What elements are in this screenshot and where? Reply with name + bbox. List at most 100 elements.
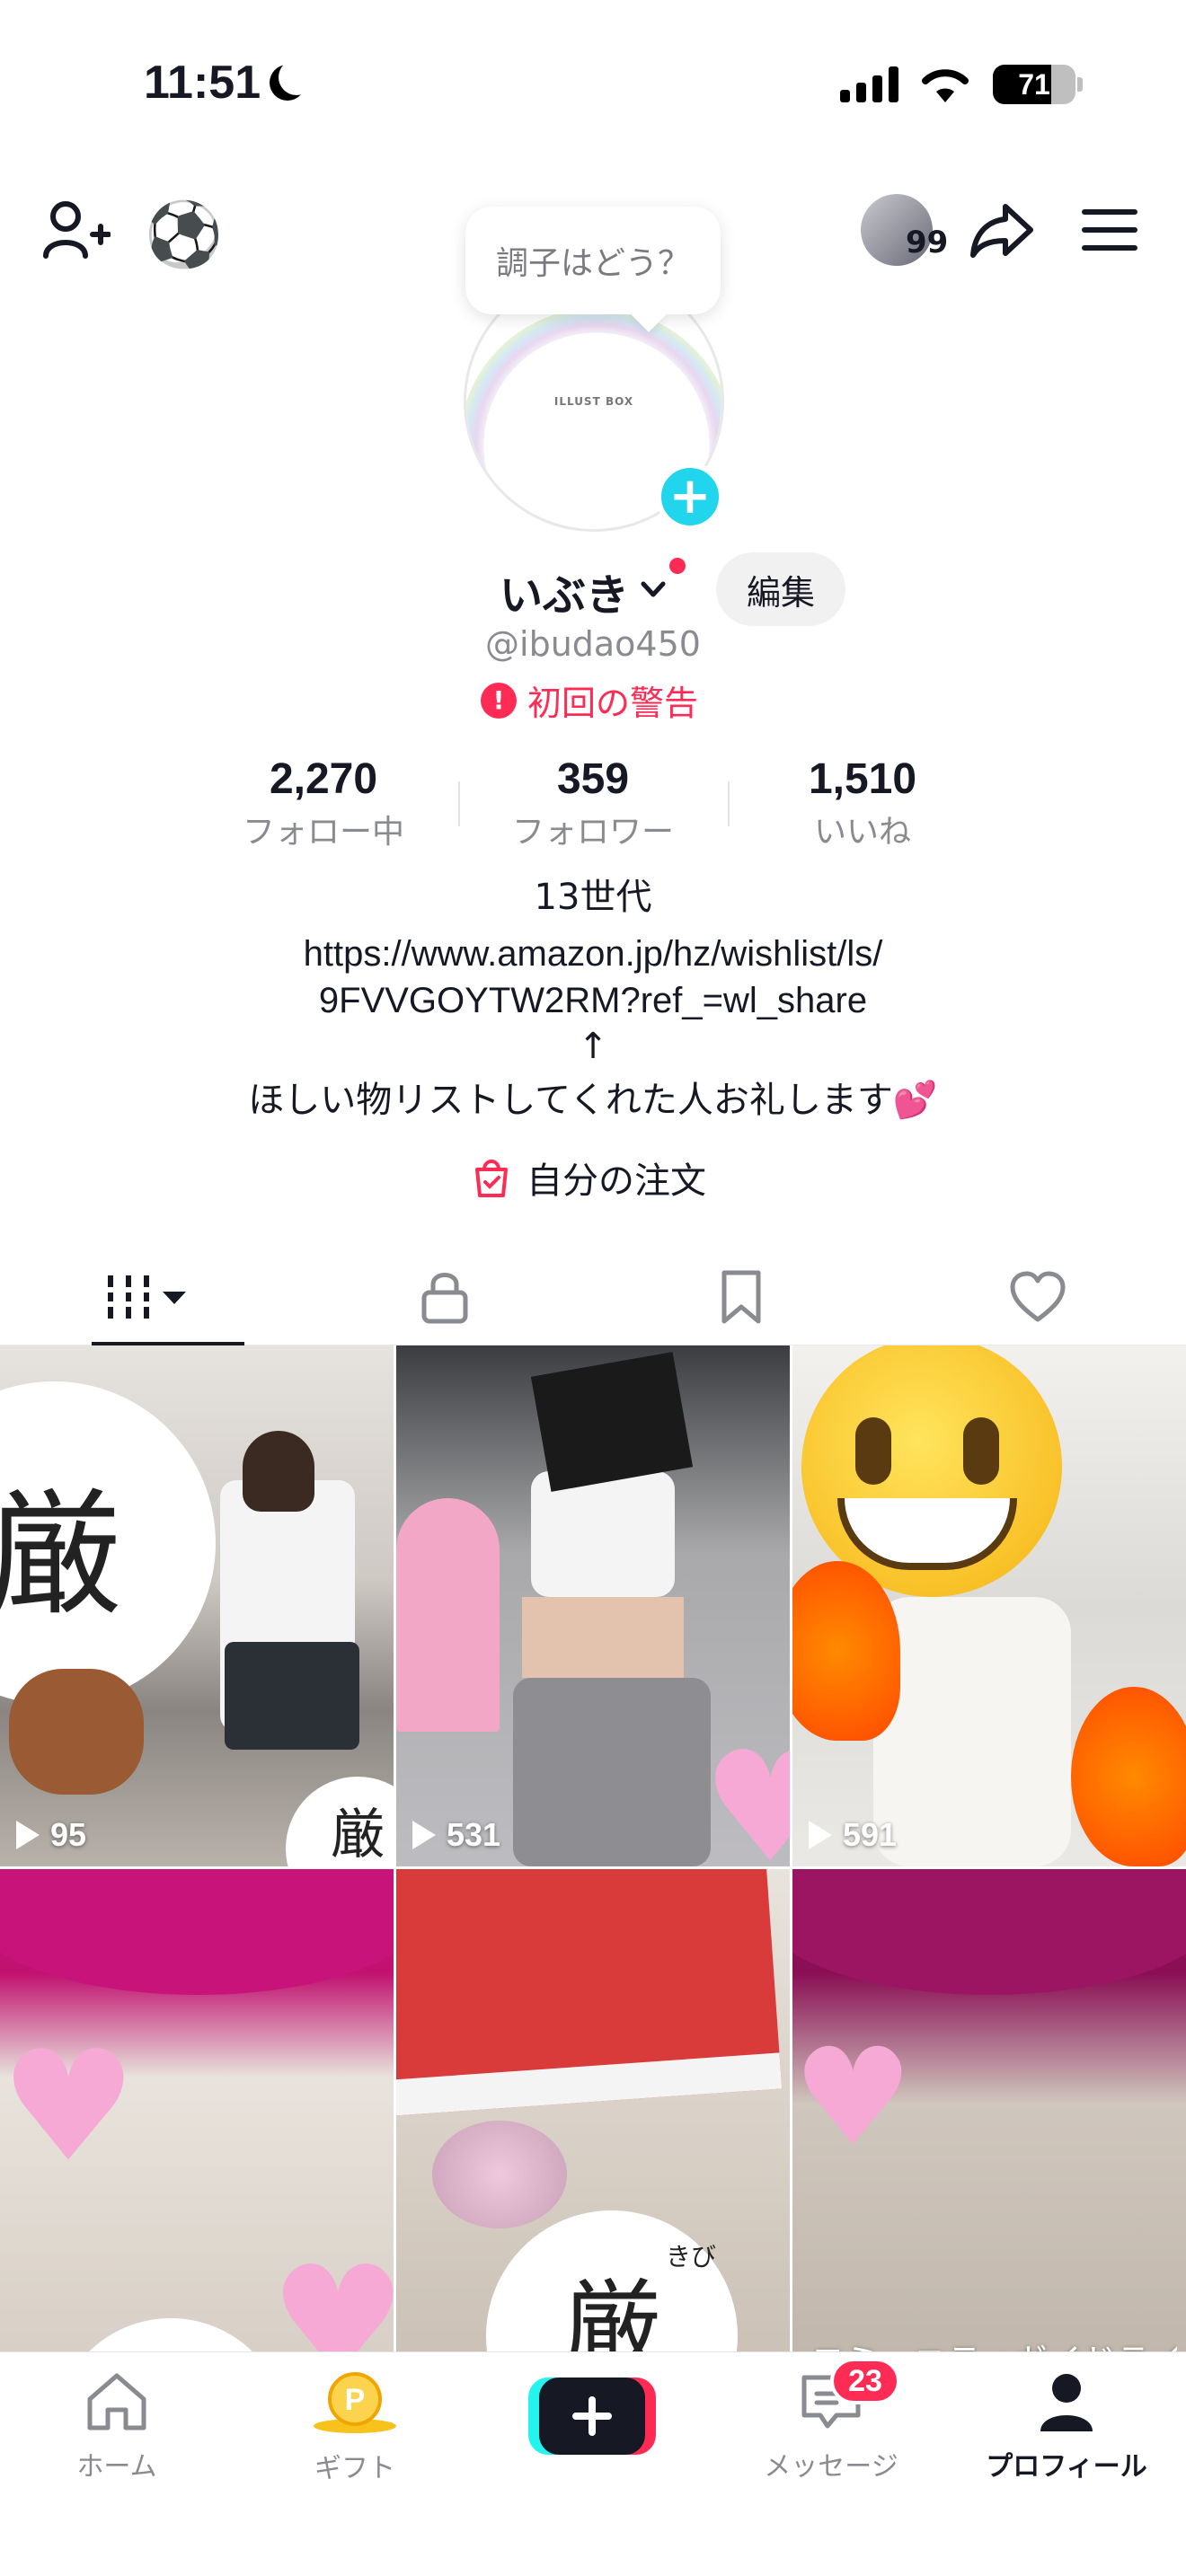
my-orders-link[interactable]: 自分の注文 xyxy=(473,1151,706,1204)
add-avatar-button[interactable]: + xyxy=(656,463,724,531)
menu-icon[interactable] xyxy=(1074,194,1146,266)
profile-icon xyxy=(1040,2374,1093,2431)
sticker: 厳 xyxy=(286,1777,394,1866)
battery-icon: 71 xyxy=(993,65,1075,104)
tab-liked[interactable] xyxy=(890,1248,1186,1345)
signal-icon xyxy=(840,66,898,102)
figure-body xyxy=(522,1597,684,1678)
home-icon xyxy=(87,2373,146,2430)
view-count-value: 591 xyxy=(843,1816,898,1853)
view-count: 591 xyxy=(809,1816,897,1854)
video-thumbnail[interactable]: 厳 きび xyxy=(396,1869,790,2390)
profile-stats: 2,270 フォロー中 359 フォロワー 1,510 いいね xyxy=(0,754,1186,853)
nav-gift-label: ギフト xyxy=(314,2453,395,2484)
view-count: 95 xyxy=(16,1816,86,1854)
soccer-ball-icon[interactable]: ⚽ xyxy=(144,194,225,275)
glitter-lips xyxy=(432,2121,567,2228)
red-sticker xyxy=(396,1869,783,2117)
nav-profile-label: プロフィール xyxy=(986,2451,1147,2483)
bottom-nav: ホーム P ギフト メッセージ 23 プロフィール xyxy=(0,2351,1186,2576)
figure-shirt xyxy=(873,1597,1071,1866)
tab-private[interactable] xyxy=(296,1248,593,1345)
notification-dot xyxy=(669,558,686,574)
nav-profile[interactable]: プロフィール xyxy=(977,2370,1156,2483)
video-thumbnail[interactable]: 厳 厳 95 xyxy=(0,1345,394,1866)
warning-label: 初回の警告 xyxy=(527,684,699,723)
heart-icon xyxy=(1010,1271,1066,1322)
video-thumbnail[interactable]: ♥ 531 xyxy=(396,1345,790,1866)
nav-messages-label: メッセージ xyxy=(764,2451,898,2483)
view-count-value: 95 xyxy=(50,1816,87,1853)
stat-value: 359 xyxy=(556,755,630,803)
stat-label: フォロワー xyxy=(511,814,674,851)
play-icon xyxy=(809,1821,832,1849)
bio-line: 13世代 xyxy=(534,877,652,918)
video-thumbnail[interactable]: ♥ ♥ xyxy=(0,1869,394,2390)
battery-level: 71 xyxy=(1018,68,1050,101)
bio-link[interactable]: 9FVVGOYTW2RM?ref_=wl_share xyxy=(0,981,1186,1021)
figure-shorts xyxy=(225,1642,359,1750)
pink-heart-sticker: ♥ xyxy=(0,2018,137,2196)
stat-following[interactable]: 2,270 フォロー中 xyxy=(189,754,458,852)
sticker-kanji: 厳 xyxy=(0,1477,121,1634)
bio-link[interactable]: https://www.amazon.jp/hz/wishlist/ls/ xyxy=(0,934,1186,975)
pink-hat xyxy=(0,1869,394,1995)
battery-tip xyxy=(1077,77,1083,92)
nav-home[interactable]: ホーム xyxy=(27,2370,207,2483)
bookmark-icon xyxy=(721,1270,761,1324)
bio-line: ほしい物リストしてくれた人お礼します💕 xyxy=(0,1071,1186,1123)
nav-gift[interactable]: P ギフト xyxy=(265,2370,445,2485)
content-tabs xyxy=(0,1248,1186,1345)
avatar-brand-text: ILLUST BOX xyxy=(553,395,634,408)
alert-icon: ! xyxy=(481,682,517,719)
wifi-icon xyxy=(922,69,969,102)
lock-icon xyxy=(421,1273,468,1324)
profile-visitors-count: 99 xyxy=(906,225,949,260)
shopping-bag-icon xyxy=(475,1160,508,1197)
edit-profile-button[interactable]: 編集 xyxy=(716,552,845,626)
emoji-eye xyxy=(963,1417,999,1485)
create-button[interactable] xyxy=(528,2378,656,2455)
sticker: 厳 xyxy=(0,1381,216,1705)
video-thumbnail[interactable]: ♥ コミュニティガイドライン違反 xyxy=(792,1869,1186,2390)
view-count-value: 531 xyxy=(447,1816,501,1853)
status-bubble[interactable]: 調子はどう？ xyxy=(465,207,721,314)
name-row: いぶき 編集 xyxy=(0,552,1186,626)
tab-videos[interactable] xyxy=(0,1248,296,1345)
add-friend-icon[interactable] xyxy=(36,194,117,266)
stat-followers[interactable]: 359 フォロワー xyxy=(458,754,728,852)
plus-icon xyxy=(539,2378,645,2455)
play-icon xyxy=(16,1821,40,1849)
nav-home-label: ホーム xyxy=(76,2451,157,2483)
sticker-kanji: 厳 xyxy=(331,1804,385,1866)
profile-username: @ibudao450 xyxy=(485,624,701,664)
figure-hair xyxy=(243,1431,314,1512)
stat-value: 2,270 xyxy=(269,755,378,803)
tab-saved[interactable] xyxy=(593,1248,890,1345)
share-icon[interactable] xyxy=(966,194,1038,266)
figure-pants xyxy=(513,1678,711,1866)
view-count: 531 xyxy=(412,1816,500,1854)
pink-hat xyxy=(792,1869,1186,1995)
stat-label: いいね xyxy=(813,814,911,851)
black-sticker xyxy=(530,1352,694,1492)
two-hearts-emoji: 💕 xyxy=(892,1080,938,1121)
emoji-eye xyxy=(855,1417,891,1485)
flame-sticker xyxy=(1071,1687,1186,1866)
messages-badge: 23 xyxy=(830,2358,900,2404)
warning-link[interactable]: ! 初回の警告 xyxy=(481,675,698,725)
status-bar: 11:51 71 xyxy=(0,0,1186,171)
my-orders-label: 自分の注文 xyxy=(527,1160,706,1202)
sticker-kana: きび xyxy=(666,2242,717,2272)
svg-text:P: P xyxy=(345,2383,366,2417)
profile-nickname[interactable]: いぶき xyxy=(500,560,629,622)
pink-heart-sticker: ♥ xyxy=(702,1719,790,1866)
plush-toy xyxy=(9,1669,144,1795)
play-icon xyxy=(412,1821,436,1849)
video-thumbnail[interactable]: 591 xyxy=(792,1345,1186,1866)
stat-value: 1,510 xyxy=(808,755,917,803)
chevron-down-icon[interactable] xyxy=(640,576,667,603)
stat-label: フォロー中 xyxy=(242,814,404,851)
stat-likes[interactable]: 1,510 いいね xyxy=(728,754,997,852)
status-time: 11:51 xyxy=(144,57,261,109)
